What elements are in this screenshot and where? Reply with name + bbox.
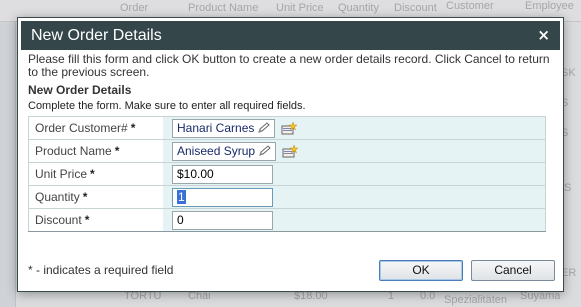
field-value: Aniseed Syrup — [163, 140, 546, 162]
quantity-input[interactable]: 1 — [172, 187, 273, 207]
close-icon[interactable]: × — [537, 28, 550, 43]
dialog-titlebar[interactable]: New Order Details × — [18, 18, 563, 50]
product-value: Aniseed Syrup — [177, 144, 256, 158]
field-value: 0 — [163, 209, 546, 231]
field-label: Discount * — [28, 209, 163, 231]
form-row-discount: Discount * 0 — [28, 209, 546, 232]
field-value: Hanari Carnes — [163, 117, 546, 139]
discount-input[interactable]: 0 — [172, 210, 273, 230]
unit-price-label: Unit Price — [35, 167, 88, 181]
required-mark: * — [84, 213, 90, 227]
field-label: Unit Price * — [28, 163, 163, 185]
new-item-icon[interactable] — [281, 121, 299, 135]
dialog-content: Please fill this form and click OK butto… — [18, 50, 563, 232]
form-row-unit-price: Unit Price * $10.00 — [28, 163, 546, 186]
required-mark: * — [130, 121, 136, 135]
field-label: Quantity * — [28, 186, 163, 208]
ok-button[interactable]: OK — [379, 259, 463, 281]
dialog-title: New Order Details — [31, 26, 162, 44]
form-row-product: Product Name * Aniseed Syrup — [28, 140, 546, 163]
new-item-icon[interactable] — [282, 144, 299, 158]
required-mark: * — [114, 144, 120, 158]
field-value: $10.00 — [163, 163, 546, 185]
customer-lookup[interactable]: Hanari Carnes — [172, 118, 276, 138]
section-description: Complete the form. Make sure to enter al… — [28, 100, 306, 112]
dialog-footer: * - indicates a required field OK Cancel — [18, 251, 565, 289]
instructions-text: Please fill this form and click OK butto… — [28, 52, 550, 79]
new-order-details-dialog: New Order Details × Please fill this for… — [17, 17, 564, 292]
customer-label: Order Customer# — [35, 121, 128, 135]
quantity-label: Quantity — [35, 190, 80, 204]
order-details-form: Order Customer# * Hanari Carnes Product … — [28, 116, 546, 232]
discount-label: Discount — [35, 213, 82, 227]
field-value: 1 — [163, 186, 546, 208]
required-mark: * — [90, 167, 95, 181]
field-label: Product Name * — [28, 140, 163, 162]
required-field-note: * - indicates a required field — [28, 263, 174, 277]
unit-price-input[interactable]: $10.00 — [172, 164, 273, 184]
required-mark: * — [82, 190, 88, 204]
field-label: Order Customer# * — [28, 117, 163, 139]
quantity-selected-text: 1 — [177, 189, 186, 204]
cancel-button[interactable]: Cancel — [471, 259, 555, 281]
section-title: New Order Details — [28, 83, 132, 97]
product-lookup[interactable]: Aniseed Syrup — [172, 141, 277, 161]
form-row-customer: Order Customer# * Hanari Carnes — [28, 117, 546, 140]
product-label: Product Name — [35, 144, 112, 158]
form-row-quantity: Quantity * 1 — [28, 186, 546, 209]
customer-value: Hanari Carnes — [177, 121, 255, 135]
pencil-icon[interactable] — [257, 122, 271, 134]
pencil-icon[interactable] — [258, 145, 272, 157]
